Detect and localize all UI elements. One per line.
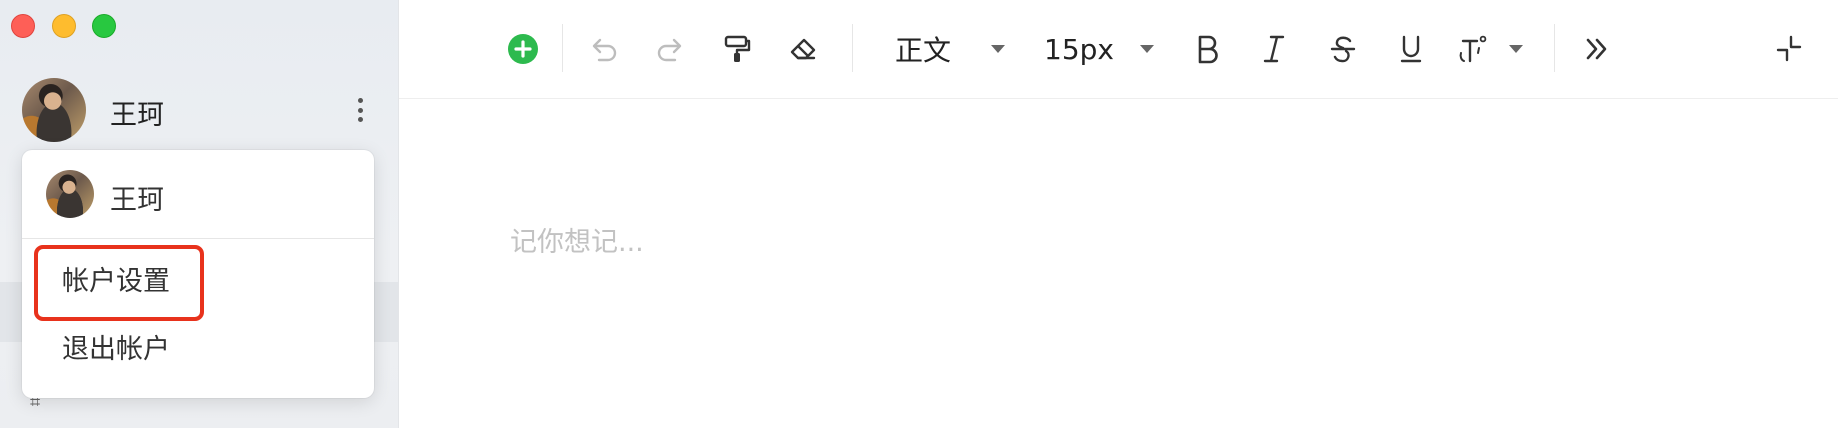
toolbar-separator	[1554, 24, 1555, 72]
add-icon	[508, 34, 538, 64]
underline-icon	[1400, 35, 1422, 63]
bold-button[interactable]	[1187, 29, 1227, 69]
bold-icon	[1198, 35, 1218, 64]
user-name[interactable]: 王珂	[110, 93, 164, 132]
strikethrough-icon	[1330, 36, 1356, 63]
dot-icon	[357, 107, 363, 113]
editor-toolbar: 正文 15px	[399, 0, 1838, 99]
editor-input[interactable]: 记你想记...	[510, 220, 644, 259]
strikethrough-button[interactable]	[1323, 29, 1363, 69]
dropdown-avatar	[46, 170, 94, 218]
paragraph-style-value: 正文	[895, 34, 952, 67]
text-effects-icon	[1459, 35, 1487, 63]
redo-button[interactable]	[651, 29, 691, 69]
minimize-window-button[interactable]	[52, 14, 76, 38]
font-size-dropdown[interactable]: 15px	[1044, 29, 1154, 69]
chevron-down-icon	[991, 45, 1005, 53]
more-tools-button[interactable]	[1577, 29, 1617, 69]
clear-format-button[interactable]	[783, 29, 823, 69]
text-effects-dropdown[interactable]	[1457, 29, 1523, 69]
redo-icon	[657, 38, 682, 62]
more-options-button[interactable]	[350, 96, 370, 124]
highlight-annotation	[34, 245, 204, 321]
collapse-icon	[1776, 35, 1802, 62]
undo-button[interactable]	[583, 29, 623, 69]
divider	[22, 238, 374, 239]
close-window-button[interactable]	[11, 14, 35, 38]
eraser-icon	[790, 38, 816, 60]
paragraph-style-dropdown[interactable]: 正文	[895, 29, 1005, 69]
toolbar-separator	[562, 24, 563, 72]
account-dropdown-menu: 王珂 帐户设置 退出帐户	[22, 150, 374, 398]
collapse-button[interactable]	[1769, 29, 1809, 69]
dropdown-user-name: 王珂	[110, 185, 164, 216]
format-painter-icon	[724, 35, 751, 62]
avatar[interactable]	[22, 78, 86, 142]
chevron-down-icon	[1140, 45, 1154, 53]
logout-menu-item[interactable]: 退出帐户	[22, 318, 374, 382]
more-chevrons-icon	[1586, 38, 1607, 60]
zoom-window-button[interactable]	[92, 14, 116, 38]
dot-icon	[357, 98, 363, 103]
dot-icon	[357, 117, 363, 122]
add-button[interactable]	[503, 29, 543, 69]
italic-button[interactable]	[1254, 29, 1294, 69]
format-painter-button[interactable]	[717, 29, 757, 69]
undo-icon	[592, 38, 617, 62]
underline-button[interactable]	[1391, 29, 1431, 69]
italic-icon	[1263, 35, 1285, 63]
toolbar-separator	[852, 24, 853, 72]
chevron-down-icon	[1509, 45, 1523, 53]
font-size-value: 15px	[1044, 32, 1114, 66]
